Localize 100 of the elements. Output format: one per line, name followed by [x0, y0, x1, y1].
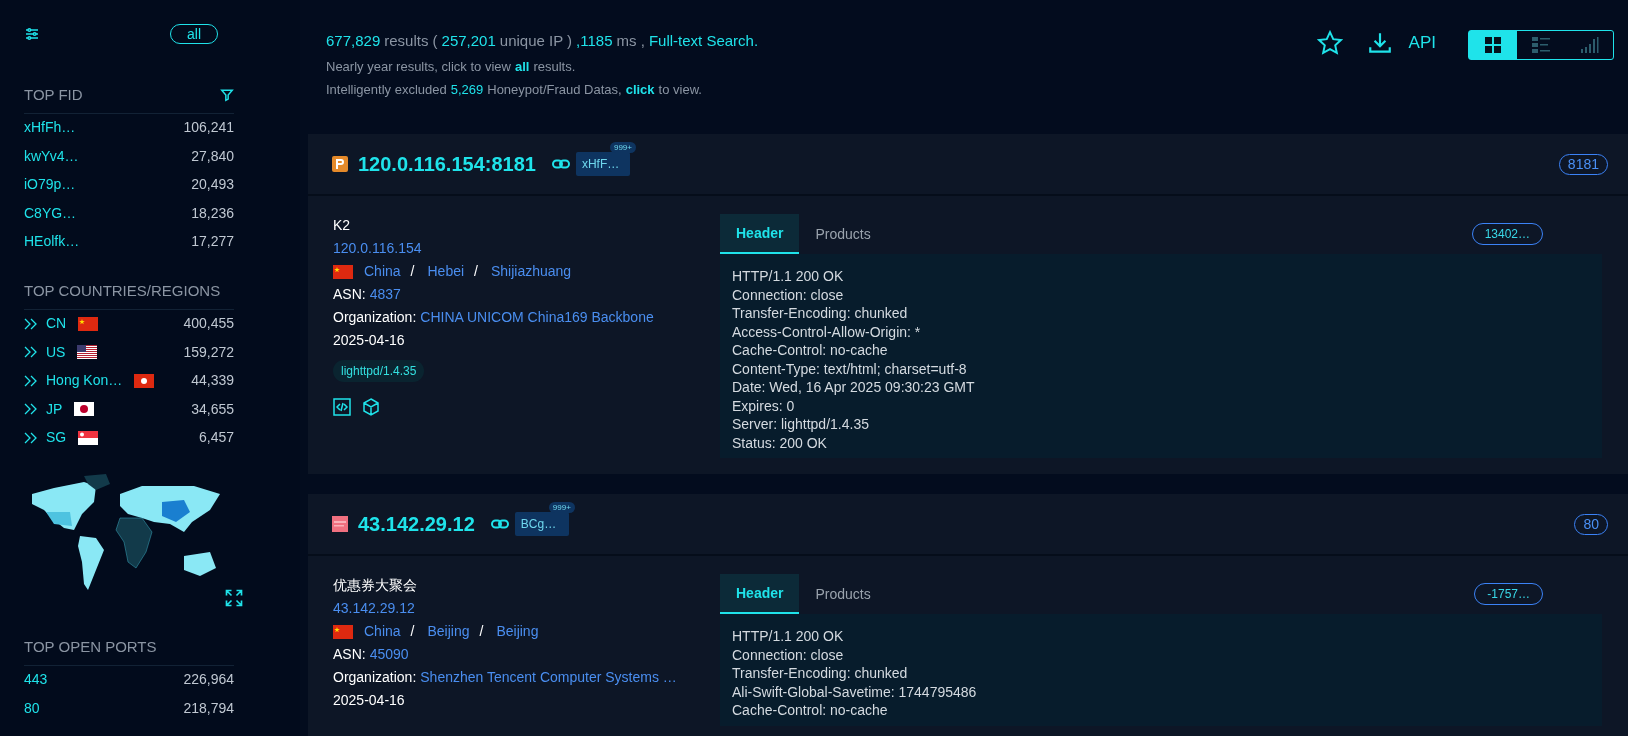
stat-label[interactable]: iO79p… [24, 174, 76, 196]
chevrons-icon [24, 346, 38, 359]
panel-tab[interactable]: Header [720, 574, 800, 614]
location-separator: / [474, 262, 478, 281]
panel-tab[interactable]: Products [799, 574, 887, 614]
location-separator: / [479, 622, 484, 641]
stat-count: 218,794 [183, 698, 234, 718]
org-link[interactable]: Shenzhen Tencent Computer Systems … [420, 666, 677, 689]
section-title: TOP COUNTRIES/REGIONS [24, 281, 221, 301]
location-link[interactable]: China [364, 620, 401, 643]
panel-tab[interactable]: Header [720, 214, 800, 254]
section-title: TOP FID [24, 85, 83, 105]
org-link[interactable]: CHINA UNICOM China169 Backbone [420, 306, 654, 329]
asn-label: ASN: [333, 285, 366, 304]
header-line: Server: lighttpd/1.4.35 [732, 415, 870, 434]
ip-link[interactable]: 120.0.116.154 [333, 237, 720, 260]
location-link[interactable]: Hebei [427, 260, 465, 283]
location-link[interactable]: Beijing [496, 620, 539, 643]
stat-label[interactable]: C8YG… [24, 202, 77, 224]
stat-label[interactable]: 80 [24, 697, 40, 719]
server-tag[interactable]: lighttpd/1.4.35 [333, 360, 425, 382]
chevrons-icon [24, 374, 38, 387]
location-separator: / [410, 262, 415, 281]
date-text: 2025-04-16 [333, 331, 406, 350]
results-note: Intelligently excluded 5,269 Honeypot/Fraud Datas, click to view. [326, 80, 759, 100]
stat-label[interactable]: SG [46, 427, 67, 449]
stat-count: 159,272 [183, 342, 234, 362]
asn-link[interactable]: 4837 [369, 283, 401, 306]
header-line: Content-Type: text/html; charset=utf-8 [732, 359, 968, 378]
stat-label[interactable]: JP [46, 398, 63, 420]
view-link[interactable]: all [514, 56, 530, 76]
date-text: 2025-04-16 [333, 691, 406, 710]
stat-count: 400,455 [183, 314, 234, 334]
stat-label[interactable]: CN [46, 313, 67, 335]
host-address[interactable]: 43.142.29.12 [358, 509, 475, 539]
grid-icon [1484, 36, 1502, 54]
site-title: K2 [333, 216, 352, 235]
fid-tag[interactable]: xHfF… [575, 152, 630, 176]
expand-icon[interactable] [224, 588, 244, 608]
api-button[interactable]: API [1408, 30, 1436, 56]
flag-icon [78, 316, 99, 331]
chevrons-icon [24, 317, 38, 330]
header-line: Connection: close [732, 645, 845, 664]
header-line: Date: Wed, 16 Apr 2025 09:30:23 GMT [732, 378, 976, 397]
chevrons-icon [24, 403, 38, 416]
flag-icon [78, 430, 99, 445]
view-link[interactable]: click [625, 80, 655, 100]
stat-count: 106,241 [183, 118, 234, 138]
location-link[interactable]: Shijiazhuang [490, 260, 572, 283]
count-badge: 999+ [609, 142, 636, 153]
panel-tab[interactable]: Products [799, 214, 887, 254]
flag-icon [77, 345, 98, 360]
host-address[interactable]: 120.0.116.154:8181 [358, 149, 536, 179]
stat-count: 226,964 [183, 670, 234, 690]
code-icon[interactable] [333, 398, 351, 416]
count-badge: 999+ [548, 502, 575, 513]
header-line: Connection: close [732, 285, 845, 304]
flag-icon [333, 624, 353, 639]
cube-icon[interactable] [363, 398, 379, 416]
stat-count: 44,339 [191, 371, 234, 391]
download-icon[interactable] [1366, 30, 1393, 56]
link-icon[interactable] [490, 519, 509, 529]
flag-icon [333, 264, 353, 279]
stat-count: 17,277 [191, 232, 234, 252]
stat-label[interactable]: 443 [24, 669, 48, 691]
location-link[interactable]: Beijing [427, 620, 470, 643]
flag-icon [134, 373, 155, 388]
list-icon [1531, 36, 1551, 54]
stat-label[interactable]: kwYv4… [24, 145, 79, 167]
org-label: Organization: [333, 668, 417, 687]
sliders-icon[interactable] [24, 26, 40, 42]
stat-label[interactable]: HEolfk… [24, 231, 80, 253]
stat-count: 20,493 [191, 175, 234, 195]
header-line: Ali-Swift-Global-Savetime: 1744795486 [732, 682, 978, 701]
ip-link[interactable]: 43.142.29.12 [333, 597, 720, 620]
header-line: Access-Control-Allow-Origin: * [732, 322, 922, 341]
stat-label[interactable]: xHfFh… [24, 117, 76, 139]
location-separator: / [410, 622, 415, 641]
asn-link[interactable]: 45090 [369, 643, 409, 666]
header-line: Cache-Control: no-cache [732, 701, 889, 720]
stat-count: 34,655 [191, 399, 234, 419]
chevrons-icon [24, 431, 38, 444]
fid-tag[interactable]: BCg… [514, 512, 569, 536]
header-line: Status: 200 OK [732, 433, 828, 452]
results-note: Nearly year results, click to view all results. [326, 56, 577, 76]
header-line: HTTP/1.1 200 OK [732, 627, 845, 646]
bar-chart-icon [1579, 36, 1599, 54]
star-icon[interactable] [1316, 30, 1343, 56]
header-line: Cache-Control: no-cache [732, 341, 889, 360]
stat-label[interactable]: Hong Kon… [46, 370, 123, 392]
stat-count: 6,457 [198, 428, 234, 448]
view-option[interactable] [1469, 31, 1517, 59]
results-summary: 677,829 results ( 257,201 unique IP ) ,1185 ms , Full-text Search. [326, 31, 759, 51]
stat-label[interactable]: US [46, 341, 66, 363]
site-logo-icon [332, 516, 348, 532]
location-link[interactable]: China [364, 260, 401, 283]
link-icon[interactable] [551, 159, 570, 169]
site-logo-icon [332, 156, 348, 172]
stat-count: 18,236 [191, 203, 234, 223]
filter-icon[interactable] [220, 88, 234, 103]
